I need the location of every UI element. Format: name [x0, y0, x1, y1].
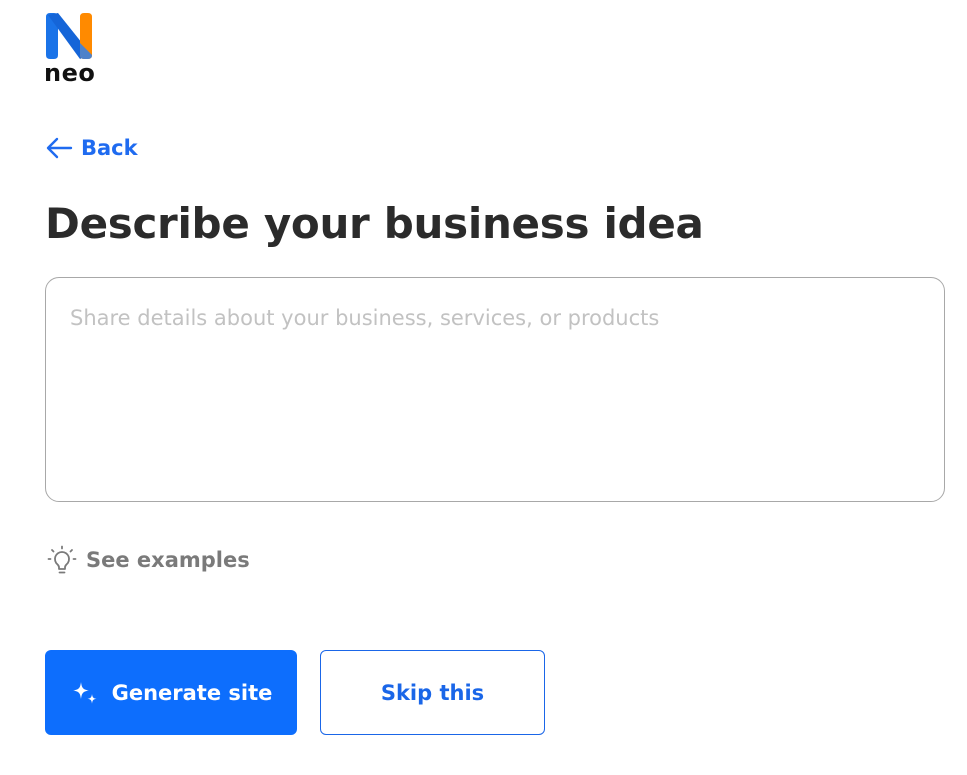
logo-wordmark: neo [44, 59, 96, 87]
generate-site-label: Generate site [111, 680, 273, 705]
business-idea-input[interactable] [45, 277, 945, 502]
see-examples-link[interactable]: See examples [46, 543, 250, 577]
back-button[interactable]: Back [45, 133, 138, 163]
neo-logo[interactable]: neo [44, 13, 104, 88]
neo-logo-mark-icon [46, 13, 92, 59]
sparkles-icon [72, 681, 97, 704]
page: neo Back Describe your business idea See… [0, 0, 967, 775]
generate-site-button[interactable]: Generate site [45, 650, 297, 735]
skip-button[interactable]: Skip this [320, 650, 545, 735]
back-label: Back [81, 136, 138, 160]
skip-label: Skip this [380, 680, 485, 705]
see-examples-label: See examples [86, 548, 250, 572]
arrow-left-icon [46, 137, 73, 159]
lightbulb-icon [47, 545, 77, 574]
page-title: Describe your business idea [45, 199, 704, 248]
